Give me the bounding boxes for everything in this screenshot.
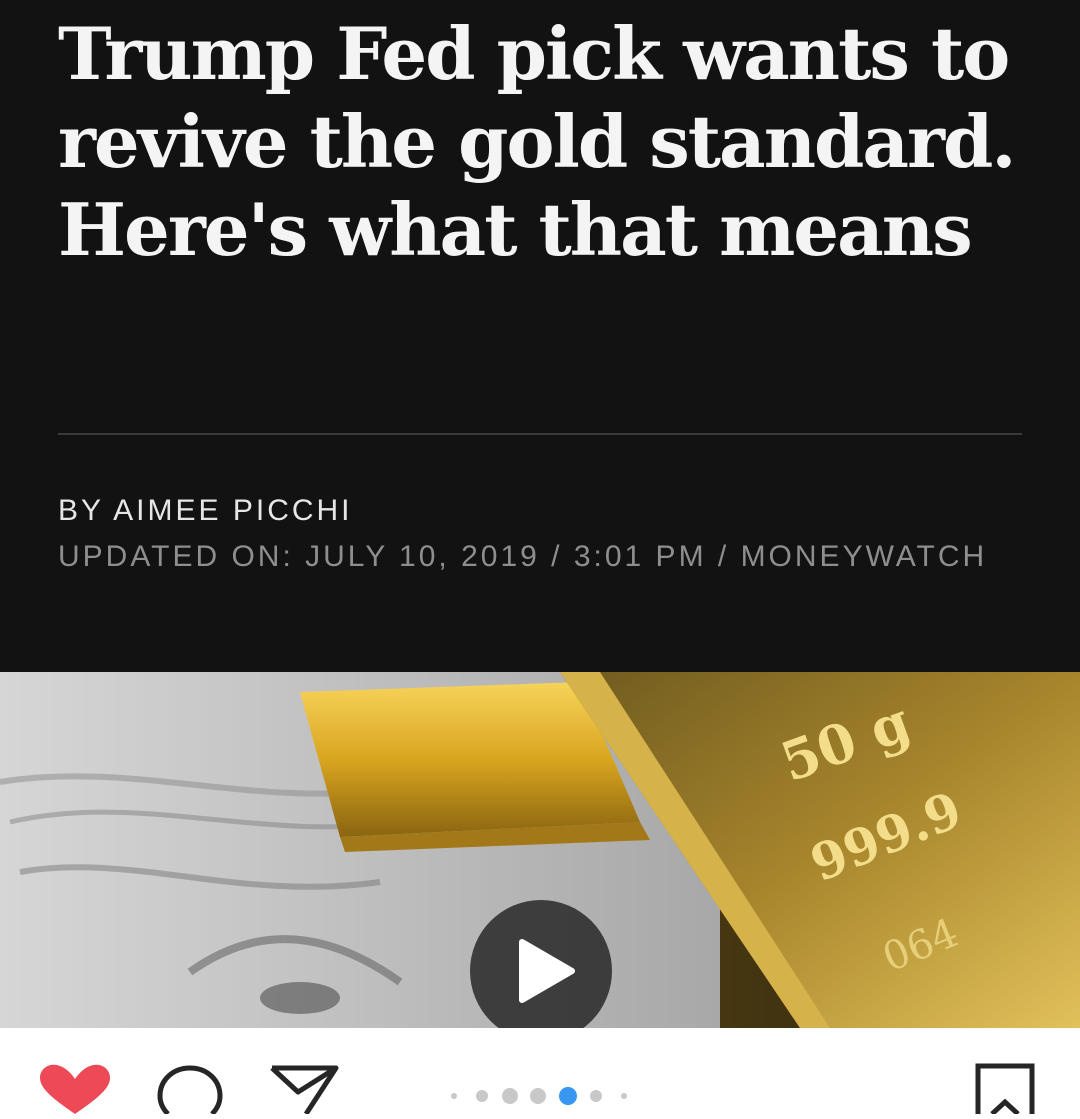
carousel-dot xyxy=(476,1090,488,1102)
headline: Trump Fed pick wants to revive the gold … xyxy=(58,11,1016,272)
carousel-dot xyxy=(621,1093,627,1099)
article-meta: UPDATED ON: JULY 10, 2019 / 3:01 PM / MO… xyxy=(58,540,988,573)
heart-icon xyxy=(40,1064,110,1114)
byline: BY AIMEE PICCHI xyxy=(58,494,353,527)
play-button[interactable] xyxy=(470,900,612,1042)
article-header: Trump Fed pick wants to revive the gold … xyxy=(0,0,1080,672)
carousel-dot xyxy=(502,1088,518,1104)
carousel-dot xyxy=(590,1090,602,1102)
comment-icon xyxy=(157,1065,223,1116)
carousel-dot xyxy=(559,1087,577,1105)
carousel-dot xyxy=(451,1093,457,1099)
bookmark-icon xyxy=(975,1063,1035,1116)
save-button[interactable] xyxy=(974,1062,1038,1119)
play-icon xyxy=(519,939,575,1003)
send-icon xyxy=(270,1065,339,1116)
carousel-dot xyxy=(530,1088,546,1104)
divider xyxy=(58,433,1022,435)
